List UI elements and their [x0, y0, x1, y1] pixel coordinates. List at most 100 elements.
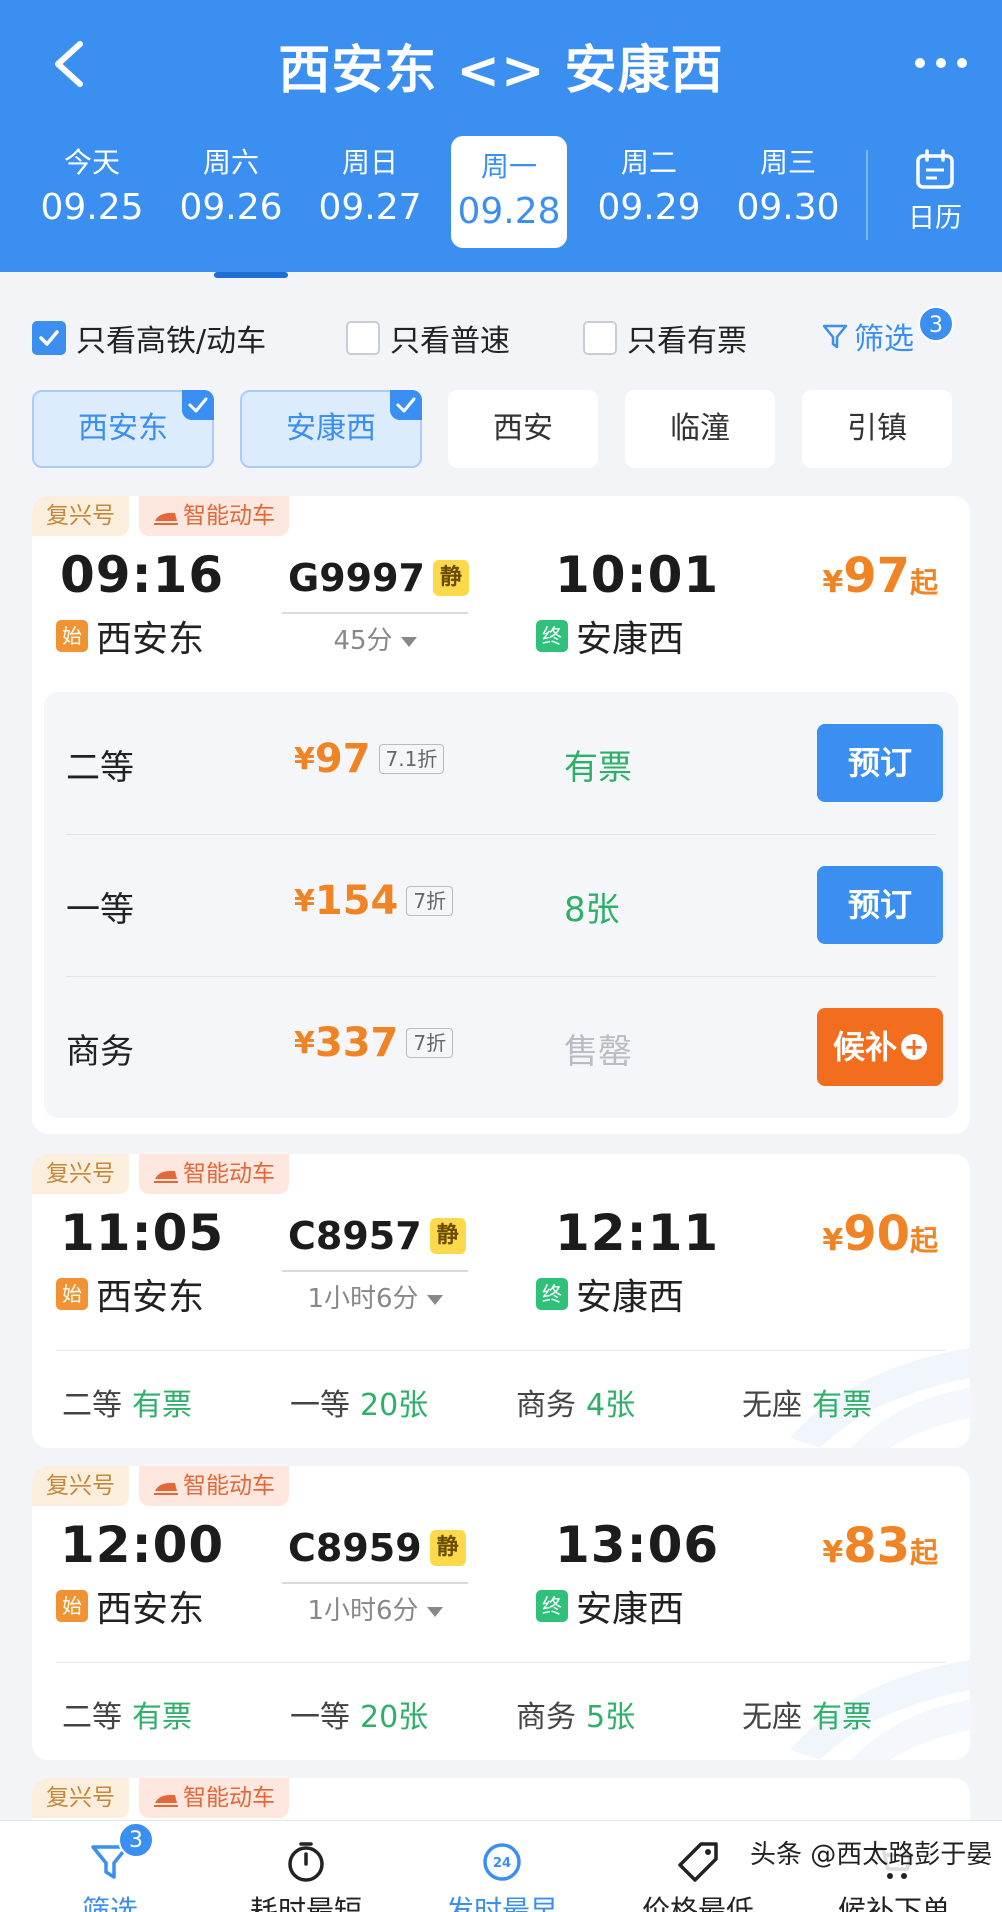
waitlist-button[interactable]: 候补 + — [817, 1008, 943, 1086]
chip-check-corner — [390, 390, 422, 420]
seat-class-name: 商务 — [516, 1388, 576, 1423]
station-chip-xian[interactable]: 西安 — [448, 390, 598, 468]
price-value: 97 — [843, 548, 910, 604]
seat-summary-first-class: 一等 20张 — [290, 1692, 428, 1736]
date-value: 09.27 — [318, 187, 422, 228]
duration-toggle[interactable]: 1小时6分 — [262, 1278, 488, 1315]
wave-decoration — [790, 1660, 970, 1760]
duration-toggle[interactable]: 45分 — [262, 620, 488, 657]
date-tab-1[interactable]: 周六 09.26 — [171, 132, 291, 248]
date-value: 09.30 — [736, 187, 840, 228]
duration-toggle[interactable]: 1小时6分 — [262, 1590, 488, 1627]
date-tab-5[interactable]: 周三 09.30 — [728, 132, 848, 248]
date-weekday: 周日 — [341, 146, 398, 179]
train-card-g9997[interactable]: 复兴号 智能动车 09:16 G9997 静 45分 10:01 始西安东 终安康… — [32, 496, 970, 1134]
seat-availability: 4张 — [586, 1388, 636, 1423]
checkbox-box — [346, 321, 380, 355]
smart-emu-label: 智能动车 — [183, 1161, 275, 1187]
origin-mark: 始 — [56, 1278, 88, 1310]
checkbox-normal-speed-only[interactable]: 只看普速 — [346, 316, 510, 360]
tab-shortest-duration[interactable]: 耗时最短 — [216, 1821, 396, 1912]
date-weekday: 周六 — [202, 146, 259, 179]
station-chip-lintong[interactable]: 临潼 — [625, 390, 775, 468]
checkbox-label: 只看普速 — [390, 324, 510, 359]
check-icon — [396, 397, 416, 413]
seat-class-name: 商务 — [66, 1032, 134, 1072]
duration-text: 1小时6分 — [307, 1596, 419, 1626]
tab-earliest-departure[interactable]: 24 发时最早 — [412, 1821, 592, 1912]
tab-label: 价格最低 — [641, 1894, 754, 1912]
clock-24-icon: 24 — [483, 1843, 521, 1881]
duration-line — [282, 1582, 468, 1584]
station-chip-ankangxi[interactable]: 安康西 — [240, 390, 422, 468]
book-button[interactable]: 预订 — [817, 724, 943, 802]
station-chip-label: 引镇 — [847, 411, 907, 446]
checkbox-label: 只看高铁/动车 — [76, 324, 267, 359]
seat-price-value: 337 — [314, 1020, 399, 1066]
station-chip-yinzhen[interactable]: 引镇 — [802, 390, 952, 468]
date-tab-2[interactable]: 周日 09.27 — [310, 132, 430, 248]
checkbox-label: 只看有票 — [627, 324, 747, 359]
station-chip-xiandong[interactable]: 西安东 — [32, 390, 214, 468]
date-value: 09.28 — [457, 191, 561, 232]
origin-station-name: 西安东 — [96, 619, 205, 660]
price-suffix: 起 — [909, 1224, 938, 1257]
calendar-button[interactable]: 日历 — [880, 144, 990, 248]
station-chip-label: 西安 — [493, 411, 553, 446]
check-icon — [39, 330, 59, 346]
svg-text:24: 24 — [493, 1856, 511, 1871]
checkbox-available-only[interactable]: 只看有票 — [583, 316, 747, 360]
train-card-c8959[interactable]: 复兴号 智能动车 12:00 C8959 静 1小时6分 13:06 始西安东 终… — [32, 1466, 970, 1760]
date-tab-indicator — [214, 272, 288, 278]
train-icon — [154, 1482, 178, 1495]
currency-symbol: ¥ — [294, 883, 315, 919]
checkbox-high-speed-only[interactable]: 只看高铁/动车 — [32, 316, 266, 360]
train-icon — [154, 1170, 178, 1183]
book-button[interactable]: 预订 — [817, 866, 943, 944]
lowest-price: ¥90 起 — [822, 1206, 938, 1262]
calendar-label: 日历 — [908, 203, 962, 234]
seat-row-first-class: 一等 ¥154 7折 8张 预订 — [44, 834, 958, 974]
terminal-station-name: 安康西 — [576, 1589, 685, 1630]
train-number: G9997 静 — [288, 556, 469, 600]
date-value: 09.29 — [597, 187, 701, 228]
currency-symbol: ¥ — [294, 741, 315, 777]
seat-class-name: 商务 — [516, 1700, 576, 1735]
train-card-c8957[interactable]: 复兴号 智能动车 11:05 C8957 静 1小时6分 12:11 始西安东 终… — [32, 1154, 970, 1448]
check-icon — [188, 397, 208, 413]
station-chip-label: 西安东 — [78, 411, 168, 446]
seat-price: ¥97 7.1折 — [294, 736, 445, 782]
caret-down-icon — [426, 1606, 443, 1617]
date-value: 09.25 — [40, 187, 144, 228]
discount-badge: 7折 — [406, 886, 454, 916]
terminal-mark: 终 — [536, 1278, 568, 1310]
smart-emu-tag: 智能动车 — [139, 1154, 289, 1194]
page-title: 西安东 <> 安康西 — [278, 41, 724, 101]
filter-label: 筛选 — [854, 322, 914, 357]
quiet-carriage-badge: 静 — [429, 1218, 466, 1254]
smart-emu-label: 智能动车 — [183, 503, 275, 529]
fuxing-tag: 复兴号 — [32, 1466, 129, 1506]
seat-availability: 有票 — [132, 1388, 192, 1423]
duration-line — [282, 612, 468, 614]
smart-emu-tag: 智能动车 — [139, 496, 289, 536]
origin-mark: 始 — [56, 1590, 88, 1622]
checkbox-box — [583, 321, 617, 355]
date-tab-4[interactable]: 周二 09.29 — [589, 132, 709, 248]
station-chips: 西安东 安康西 西安 临潼 引镇 — [0, 390, 1002, 470]
tab-filter[interactable]: 筛选 — [20, 1821, 200, 1912]
seat-row-business-class: 商务 ¥337 7折 售罄 候补 + — [44, 976, 958, 1116]
calendar-icon — [916, 149, 954, 189]
origin-station: 始西安东 — [56, 1580, 204, 1632]
date-tab-0[interactable]: 今天 09.25 — [32, 132, 152, 248]
discount-badge: 7折 — [406, 1028, 454, 1058]
seat-availability: 有票 — [812, 1388, 872, 1423]
filter-button[interactable]: 筛选 — [820, 314, 914, 358]
currency-symbol: ¥ — [294, 1025, 315, 1061]
date-tab-3-selected[interactable]: 周一 09.28 — [451, 136, 567, 248]
more-button[interactable] — [906, 38, 976, 88]
fuxing-tag: 复兴号 — [32, 1154, 129, 1194]
terminal-mark: 终 — [536, 1590, 568, 1622]
date-weekday: 今天 — [63, 146, 120, 179]
seat-class-name: 一等 — [290, 1700, 350, 1735]
